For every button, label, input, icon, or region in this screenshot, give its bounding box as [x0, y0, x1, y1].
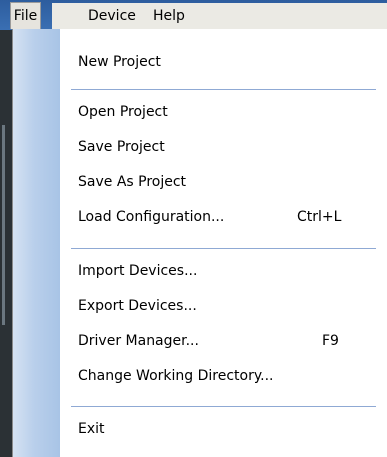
menu-item-label: Load Configuration... [78, 209, 225, 225]
menu-device[interactable]: Device [82, 4, 142, 29]
menu-separator [71, 248, 376, 249]
file-dropdown-menu: New Project Open Project Save Project Sa… [12, 29, 387, 457]
menu-item-export-devices[interactable]: Export Devices... [78, 292, 378, 320]
menu-item-save-project[interactable]: Save Project [78, 133, 378, 161]
menu-item-open-project[interactable]: Open Project [78, 98, 378, 126]
menu-item-label: Save Project [78, 139, 165, 155]
menu-item-label: Import Devices... [78, 263, 198, 279]
menu-item-label: Change Working Directory... [78, 368, 274, 384]
menu-item-label: Export Devices... [78, 298, 197, 314]
menu-item-label: Save As Project [78, 174, 187, 190]
menu-item-new-project[interactable]: New Project [78, 48, 378, 76]
menu-separator [71, 406, 376, 407]
menu-item-label: Driver Manager... [78, 333, 199, 349]
menu-item-save-as-project[interactable]: Save As Project [78, 168, 378, 196]
menu-item-shortcut: Ctrl+L [297, 209, 342, 225]
menu-separator [71, 89, 376, 90]
menu-help[interactable]: Help [147, 4, 191, 29]
menu-item-change-working-directory[interactable]: Change Working Directory... [78, 362, 378, 390]
menu-file[interactable]: File [10, 2, 41, 29]
menu-item-load-configuration[interactable]: Load Configuration... Ctrl+L [78, 203, 378, 231]
menu-item-label: Open Project [78, 104, 168, 120]
menu-item-label: Exit [78, 421, 105, 437]
menu-icon-gutter [13, 29, 60, 457]
menu-item-label: New Project [78, 54, 161, 70]
app-window-edge-highlight [2, 125, 5, 325]
menu-item-shortcut: F9 [322, 333, 339, 349]
menu-item-exit[interactable]: Exit [78, 415, 378, 443]
menu-bar: File Device Help [0, 0, 387, 30]
menu-item-driver-manager[interactable]: Driver Manager... F9 [78, 327, 378, 355]
menu-item-import-devices[interactable]: Import Devices... [78, 257, 378, 285]
app-window-edge [0, 30, 12, 457]
